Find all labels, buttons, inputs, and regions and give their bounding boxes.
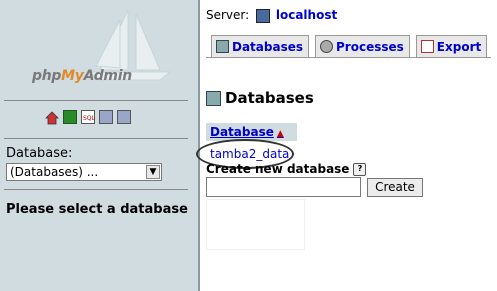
divider [4,100,188,101]
sql-icon[interactable]: SQL [81,110,95,124]
help-icon[interactable] [99,110,113,124]
tab-databases[interactable]: Databases [211,35,310,57]
tab-label: Databases [232,39,304,54]
chevron-down-icon[interactable]: ▼ [146,165,160,179]
tab-label: Processes [336,39,404,54]
database-label: Database: [6,146,73,161]
column-header-label: Database [210,125,274,139]
navigation-frame: phpMyAdmin phpMyAdmin SQL Database: (Dat… [0,0,198,291]
server-link[interactable]: localhost [276,8,337,22]
tab-label: Export [436,39,482,54]
database-select-value: (Databases) ... [10,165,99,179]
divider [4,138,188,139]
logo[interactable]: phpMyAdmin phpMyAdmin [0,0,198,98]
home-icon[interactable] [45,110,59,125]
server-label: Server: [206,8,250,22]
tab-export[interactable]: Export [415,35,488,57]
blank-area [206,199,305,250]
nav-icon-row: SQL [45,110,131,128]
tab-bar: Databases Processes Export [211,35,488,57]
database-icon [206,90,221,106]
create-database-label-text: Create new database [206,162,350,176]
select-database-message: Please select a database [6,202,188,217]
create-button[interactable]: Create [367,178,423,197]
tab-underline [206,57,491,58]
divider [4,189,188,190]
docs-icon[interactable] [117,110,131,124]
processes-icon [320,40,334,53]
frame-divider[interactable] [198,0,200,291]
server-icon [256,8,271,23]
database-icon [216,40,229,53]
exit-icon[interactable] [63,110,77,124]
database-select[interactable]: (Databases) ... ▼ [6,163,162,181]
create-database-label: Create new database? [206,162,367,176]
page-title-text: Databases [225,89,314,107]
logo-wordmark: phpMyAdmin [32,68,132,84]
new-database-input[interactable] [206,177,361,197]
page-title: Databases [206,89,314,107]
sort-ascending-icon: ▲ [276,129,284,139]
server-breadcrumb: Server: localhost [206,8,337,23]
tab-processes[interactable]: Processes [315,35,410,57]
export-icon [420,40,434,53]
help-icon[interactable]: ? [353,163,367,176]
